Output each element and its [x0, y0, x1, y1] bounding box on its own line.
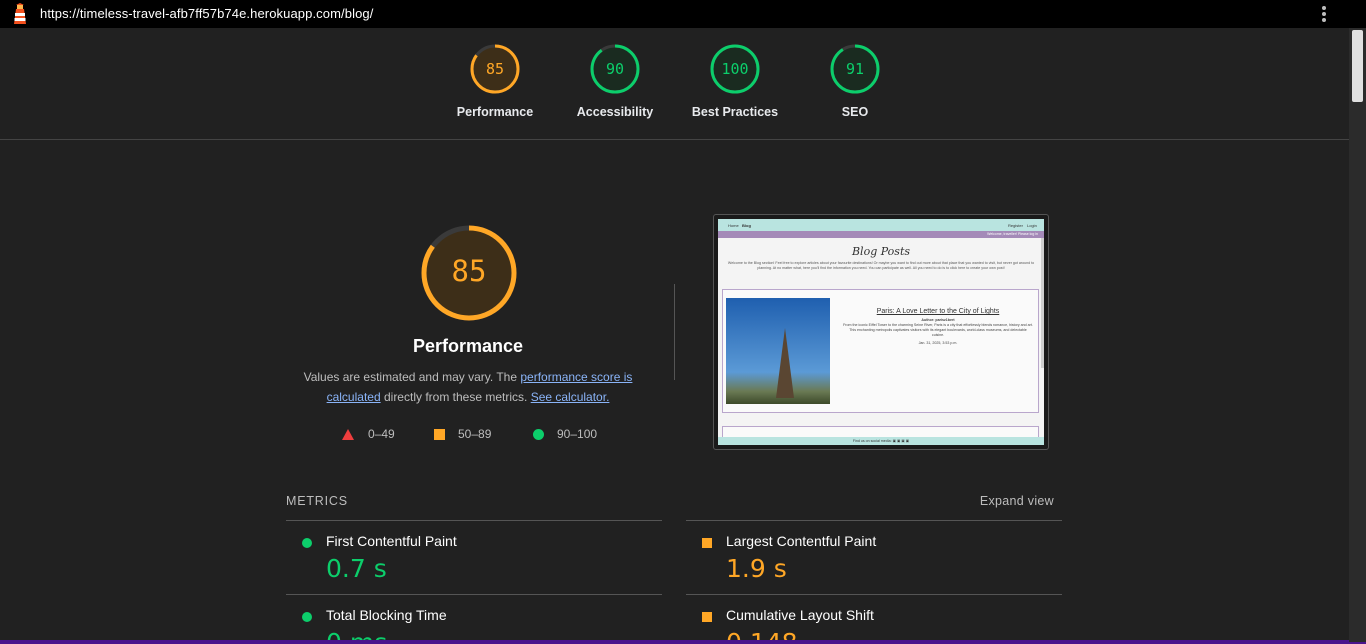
metrics-header: METRICS Expand view [286, 494, 1062, 510]
gauge-label: Best Practices [691, 105, 779, 119]
average-square-icon [702, 538, 712, 548]
gauge-best-practices[interactable]: 100 Best Practices [685, 43, 785, 119]
gauge-score: 90 [605, 60, 625, 78]
see-calculator-link[interactable]: See calculator. [531, 390, 610, 404]
gauge-score: 85 [485, 60, 505, 78]
gauge-performance[interactable]: 85 Performance [445, 43, 545, 119]
thumb-card-meta: Author: parisz1bert From the iconic Eiff… [843, 318, 1033, 346]
performance-description: Values are estimated and may vary. The p… [290, 367, 646, 407]
legend-average: 50–89 [434, 427, 491, 441]
legend-fail: 0–49 [342, 427, 395, 441]
page-screenshot[interactable]: Home Blog Register Login Welcome, travel… [713, 214, 1049, 450]
metrics-title: METRICS [286, 494, 348, 508]
page-url: https://timeless-travel-afb7ff57b74e.her… [40, 6, 374, 21]
legend-label: 0–49 [368, 427, 395, 441]
metric-cumulative-layout-shift: Cumulative Layout Shift 0.148 [686, 595, 1062, 644]
circle-icon [533, 428, 544, 440]
pass-circle-icon [302, 538, 312, 548]
metric-name: Largest Contentful Paint [726, 533, 877, 549]
gauge-label: Performance [456, 105, 534, 119]
thumb-nav-home: Home [728, 223, 739, 228]
screenshot-page: Home Blog Register Login Welcome, travel… [718, 219, 1044, 445]
gauge-score: 91 [845, 60, 865, 78]
metric-name: First Contentful Paint [326, 533, 457, 549]
url-bar: https://timeless-travel-afb7ff57b74e.her… [0, 0, 1366, 28]
metric-name: Total Blocking Time [326, 607, 447, 623]
gauge-score: 100 [721, 60, 749, 78]
legend-label: 50–89 [458, 427, 492, 441]
scrollbar-thumb[interactable] [1352, 30, 1363, 102]
thumb-navbar: Home Blog Register Login [718, 219, 1044, 231]
average-square-icon [702, 612, 712, 622]
metric-value: 0.7 s [326, 554, 387, 583]
metric-largest-contentful-paint: Largest Contentful Paint 1.9 s [686, 521, 1062, 595]
thumb-nav-blog: Blog [742, 223, 751, 228]
bottom-strip [0, 640, 1366, 644]
triangle-icon [342, 428, 354, 440]
thumb-intro: Welcome to the Blog section! Feel free t… [727, 261, 1035, 270]
gauge-seo[interactable]: 91 SEO [805, 43, 905, 119]
thumb-welcome-bar: Welcome, traveller! Please log in [718, 231, 1044, 238]
gauge-label: Accessibility [576, 105, 654, 119]
performance-score: 85 [451, 254, 487, 288]
more-menu-icon[interactable] [1316, 4, 1332, 24]
eiffel-tower-image [726, 298, 830, 404]
pass-circle-icon [302, 612, 312, 622]
desc-text: directly from these metrics. [380, 390, 531, 404]
desc-text: Values are estimated and may vary. The [303, 370, 521, 384]
gauge-accessibility[interactable]: 90 Accessibility [565, 43, 665, 119]
metric-first-contentful-paint: First Contentful Paint 0.7 s [286, 521, 662, 595]
thumb-page-title: Blog Posts [851, 245, 911, 258]
lighthouse-icon [14, 3, 26, 24]
thumb-card-text: From the iconic Eiffel Tower to the char… [843, 323, 1033, 337]
divider [674, 284, 675, 380]
page-scrollbar[interactable] [1349, 28, 1366, 642]
metric-value: 1.9 s [726, 554, 787, 583]
gauge-label: SEO [841, 105, 869, 119]
thumb-post-card: Paris: A Love Letter to the City of Ligh… [722, 289, 1039, 413]
metric-total-blocking-time: Total Blocking Time 0 ms [286, 595, 662, 644]
thumb-scrollbar [1041, 238, 1044, 368]
thumb-card-date: Jan. 31, 2025, 3:53 p.m. [918, 341, 958, 345]
thumb-nav-login: Login [1027, 223, 1037, 228]
score-summary: 85 Performance 90 Accessibility 100 Best… [0, 28, 1349, 140]
legend-pass: 90–100 [533, 427, 597, 441]
legend-label: 90–100 [557, 427, 598, 441]
score-legend: 0–49 50–89 90–100 [340, 427, 640, 443]
square-icon [434, 428, 445, 440]
performance-title: Performance [412, 336, 524, 356]
metric-name: Cumulative Layout Shift [726, 607, 874, 623]
expand-view-toggle[interactable]: Expand view [980, 494, 1054, 508]
thumb-footer: Find us on social media: ▣ ▣ ▣ ▣ [718, 437, 1044, 445]
thumb-nav-register: Register [1008, 223, 1023, 228]
thumb-card-title: Paris: A Love Letter to the City of Ligh… [876, 308, 1000, 315]
